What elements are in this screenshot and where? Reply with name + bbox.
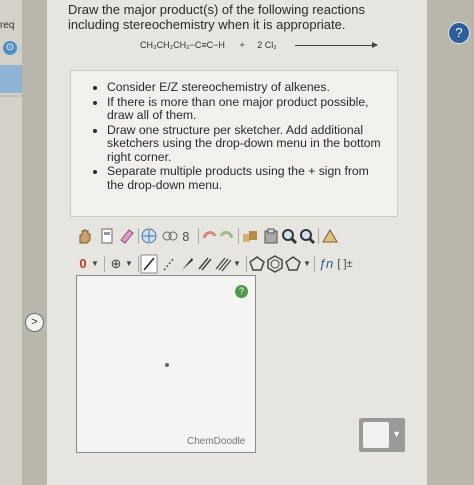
reagent-formula: 2 Cl₂ — [257, 40, 277, 50]
undo-icon[interactable] — [200, 226, 218, 246]
expand-chevron-icon[interactable]: > — [25, 313, 44, 332]
double-bond-icon[interactable] — [196, 254, 214, 274]
reaction-equation: CH₃CH₂CH₂−C≡C−H + 2 Cl₂ — [140, 40, 379, 50]
charge-selector[interactable]: 0 — [76, 254, 90, 274]
hand-icon[interactable] — [74, 226, 96, 246]
center-icon[interactable] — [140, 226, 158, 246]
cyclopentane-icon[interactable] — [248, 254, 266, 274]
sketcher-help-icon[interactable]: ? — [235, 285, 248, 298]
instruction-item: If there is more than one major product … — [107, 95, 387, 123]
atom-selector[interactable]: ⊕ — [108, 254, 124, 274]
template-icon[interactable] — [240, 226, 260, 246]
status-dot-icon[interactable]: ⊙ — [3, 41, 17, 55]
canvas-center-dot — [165, 363, 169, 367]
clipboard-icon[interactable] — [262, 226, 280, 246]
left-sidebar: req ⊙ — [0, 0, 22, 485]
instruction-item: Separate multiple products using the + s… — [107, 164, 387, 192]
chemdoodle-brand: ChemDoodle — [187, 436, 246, 447]
redo-icon[interactable] — [218, 226, 236, 246]
rotate-icon[interactable] — [160, 226, 180, 246]
wedge-bond-icon[interactable] — [178, 254, 196, 274]
right-gutter — [428, 0, 474, 485]
plus-sign: + — [239, 40, 245, 50]
single-bond-icon[interactable] — [140, 254, 158, 274]
zoom-in-icon[interactable] — [280, 226, 298, 246]
instruction-item: Consider E/Z stereochemistry of alkenes. — [107, 80, 387, 95]
triple-bond-icon[interactable] — [214, 254, 232, 274]
sidebar-tab[interactable] — [0, 65, 22, 93]
reaction-arrow-icon — [295, 42, 379, 49]
benzene-icon[interactable] — [266, 254, 284, 274]
reactant-formula: CH₃CH₂CH₂−C≡C−H — [140, 40, 225, 50]
clean-icon[interactable] — [320, 226, 340, 246]
chevron-down-icon[interactable]: ▼ — [232, 254, 242, 274]
zoom-out-icon[interactable] — [298, 226, 316, 246]
lasso-icon[interactable] — [98, 226, 116, 246]
chevron-down-icon[interactable]: ▼ — [90, 254, 100, 274]
question-text: Draw the major product(s) of the followi… — [68, 2, 365, 32]
chevron-down-icon[interactable]: ▼ — [124, 254, 134, 274]
dashed-bond-icon[interactable] — [160, 254, 178, 274]
chevron-down-icon[interactable]: ▼ — [302, 254, 312, 274]
help-icon[interactable]: ? — [448, 22, 470, 44]
function-tool[interactable]: ƒn — [316, 254, 336, 274]
sidebar-divider — [0, 95, 22, 97]
flip-icon[interactable]: 8 — [180, 226, 196, 246]
dropdown-preview — [363, 422, 389, 448]
instructions-list: Consider E/Z stereochemistry of alkenes.… — [71, 80, 397, 192]
req-label: req — [0, 20, 15, 31]
eraser-icon[interactable] — [118, 226, 136, 246]
add-sketcher-dropdown[interactable]: ▼ — [359, 418, 405, 452]
instruction-item: Draw one structure per sketcher. Add add… — [107, 123, 387, 165]
pentagon-icon[interactable] — [284, 254, 302, 274]
chevron-down-icon[interactable]: ▼ — [392, 429, 401, 439]
sketcher-canvas[interactable]: ? ChemDoodle — [76, 275, 256, 453]
svg-text:8: 8 — [182, 230, 190, 244]
bracket-tool[interactable]: [ ]± — [336, 254, 354, 274]
instructions-box: Consider E/Z stereochemistry of alkenes.… — [70, 70, 398, 217]
